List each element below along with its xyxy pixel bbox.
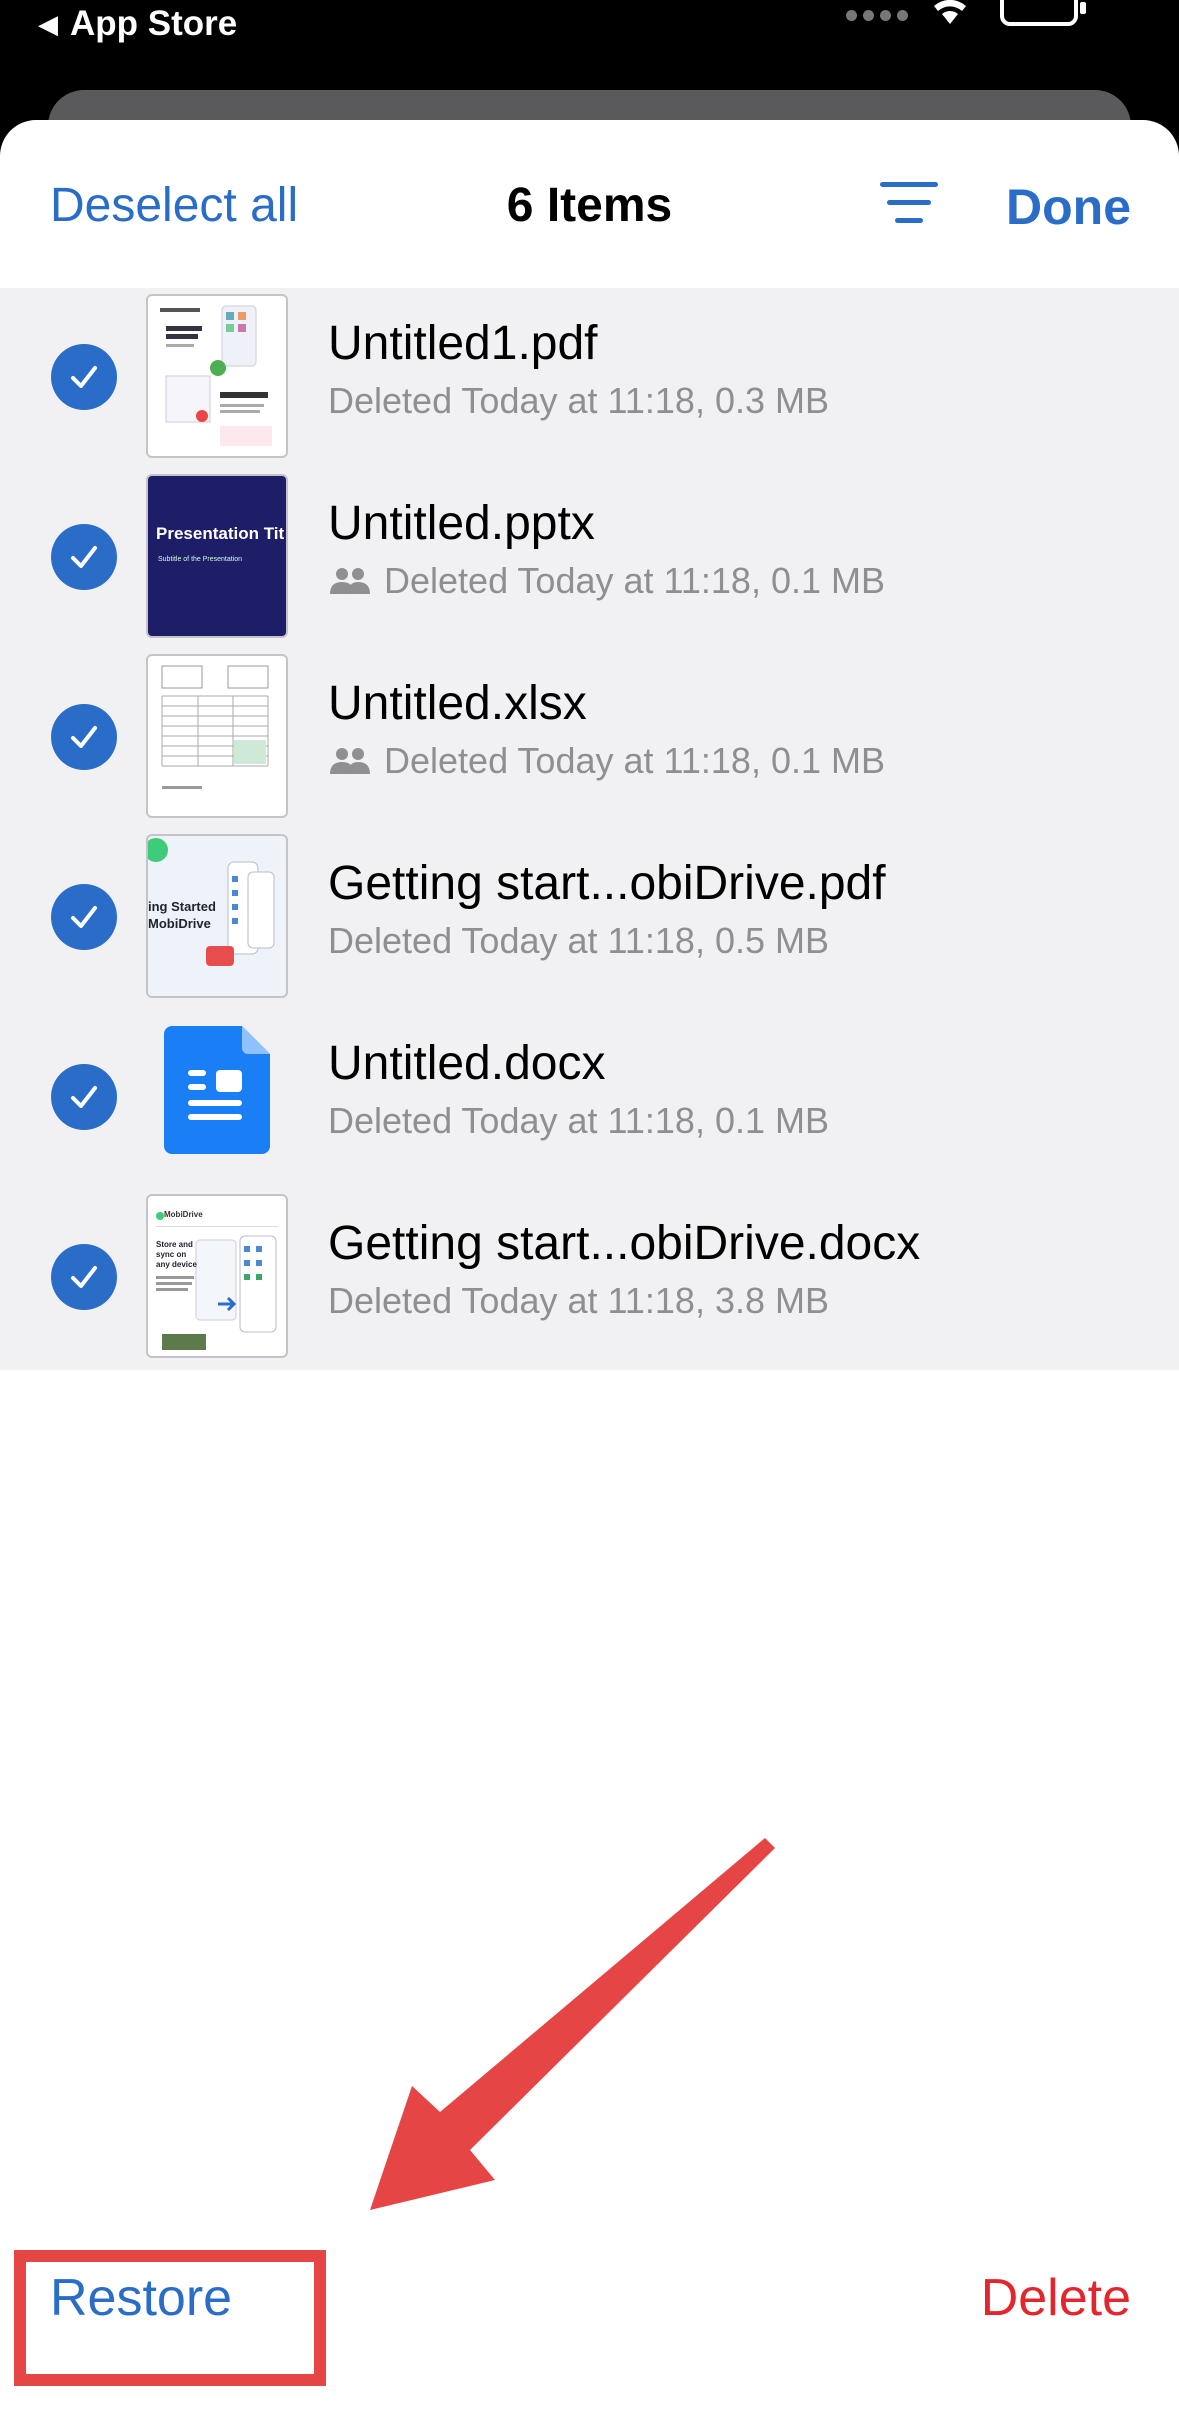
back-to-app-button[interactable]: ◀ App Store bbox=[38, 4, 237, 44]
done-button[interactable]: Done bbox=[1006, 178, 1131, 236]
list-item[interactable]: MobiDrive Store and sync on any device G… bbox=[0, 1188, 1179, 1368]
file-name: Getting start...obiDrive.pdf bbox=[328, 857, 886, 910]
thumbnail-brand: MobiDrive bbox=[164, 1210, 203, 1219]
delete-button[interactable]: Delete bbox=[981, 2268, 1131, 2328]
file-meta: Deleted Today at 11:18, 0.5 MB bbox=[328, 920, 829, 962]
file-meta-text: Deleted Today at 11:18, 0.1 MB bbox=[384, 740, 885, 781]
navigation-bar: Deselect all 6 Items Done bbox=[0, 120, 1179, 288]
file-name: Untitled.xlsx bbox=[328, 677, 587, 730]
checkmark-icon[interactable] bbox=[51, 1064, 117, 1130]
file-name: Untitled.docx bbox=[328, 1037, 606, 1090]
back-app-label: App Store bbox=[70, 4, 238, 43]
shared-people-icon bbox=[330, 748, 370, 774]
list-item[interactable]: ing Started MobiDrive Getting start...ob… bbox=[0, 828, 1179, 1008]
restore-button[interactable]: Restore bbox=[50, 2268, 232, 2328]
back-triangle-icon: ◀ bbox=[38, 8, 58, 39]
checkmark-icon[interactable] bbox=[51, 704, 117, 770]
thumbnail-subtitle: Subtitle of the Presentation bbox=[158, 556, 243, 563]
battery-icon bbox=[1000, 0, 1086, 26]
file-name: Getting start...obiDrive.docx bbox=[328, 1217, 921, 1270]
file-list: Untitled1.pdf Deleted Today at 11:18, 0.… bbox=[0, 288, 1179, 1370]
file-meta: Deleted Today at 11:18, 3.8 MB bbox=[328, 1280, 829, 1322]
file-meta-text: Deleted Today at 11:18, 0.1 MB bbox=[384, 560, 885, 601]
file-meta-text: Deleted Today at 11:18, 3.8 MB bbox=[328, 1280, 829, 1321]
wifi-icon bbox=[934, 0, 966, 24]
file-thumbnail: MobiDrive Store and sync on any device bbox=[146, 1194, 288, 1358]
list-item[interactable]: Untitled.docx Deleted Today at 11:18, 0.… bbox=[0, 1008, 1179, 1188]
file-meta: Deleted Today at 11:18, 0.1 MB bbox=[328, 560, 885, 602]
file-meta: Deleted Today at 11:18, 0.1 MB bbox=[328, 1100, 829, 1142]
list-item[interactable]: Untitled1.pdf Deleted Today at 11:18, 0.… bbox=[0, 288, 1179, 468]
trash-selection-sheet: Deselect all 6 Items Done Untitled1.pdf … bbox=[0, 120, 1179, 2422]
file-meta-text: Deleted Today at 11:18, 0.1 MB bbox=[328, 1100, 829, 1141]
sort-icon[interactable] bbox=[880, 180, 938, 226]
file-thumbnail: ing Started MobiDrive bbox=[146, 834, 288, 998]
file-name: Untitled1.pdf bbox=[328, 317, 598, 370]
thumbnail-title: Presentation Tit bbox=[156, 524, 285, 543]
page-title: 6 Items bbox=[506, 179, 673, 232]
status-bar: ◀ App Store bbox=[0, 0, 1179, 90]
file-meta-text: Deleted Today at 11:18, 0.5 MB bbox=[328, 920, 829, 961]
checkmark-icon[interactable] bbox=[51, 524, 117, 590]
thumbnail-title: ing Started MobiDrive bbox=[148, 899, 216, 931]
file-thumbnail bbox=[146, 294, 288, 458]
shared-people-icon bbox=[330, 568, 370, 594]
file-meta: Deleted Today at 11:18, 0.3 MB bbox=[328, 380, 829, 422]
list-item[interactable]: Untitled.xlsx Deleted Today at 11:18, 0.… bbox=[0, 648, 1179, 828]
file-meta-text: Deleted Today at 11:18, 0.3 MB bbox=[328, 380, 829, 421]
checkmark-icon[interactable] bbox=[51, 344, 117, 410]
cellular-signal-icon bbox=[846, 10, 908, 21]
checkmark-icon[interactable] bbox=[51, 1244, 117, 1310]
file-meta: Deleted Today at 11:18, 0.1 MB bbox=[328, 740, 885, 782]
checkmark-icon[interactable] bbox=[51, 884, 117, 950]
list-item[interactable]: Presentation Tit Subtitle of the Present… bbox=[0, 468, 1179, 648]
thumbnail-title: Store and sync on any device bbox=[156, 1240, 197, 1269]
file-thumbnail: Presentation Tit Subtitle of the Present… bbox=[146, 474, 288, 638]
file-thumbnail bbox=[146, 654, 288, 818]
file-name: Untitled.pptx bbox=[328, 497, 595, 550]
docx-file-icon bbox=[164, 1026, 270, 1154]
